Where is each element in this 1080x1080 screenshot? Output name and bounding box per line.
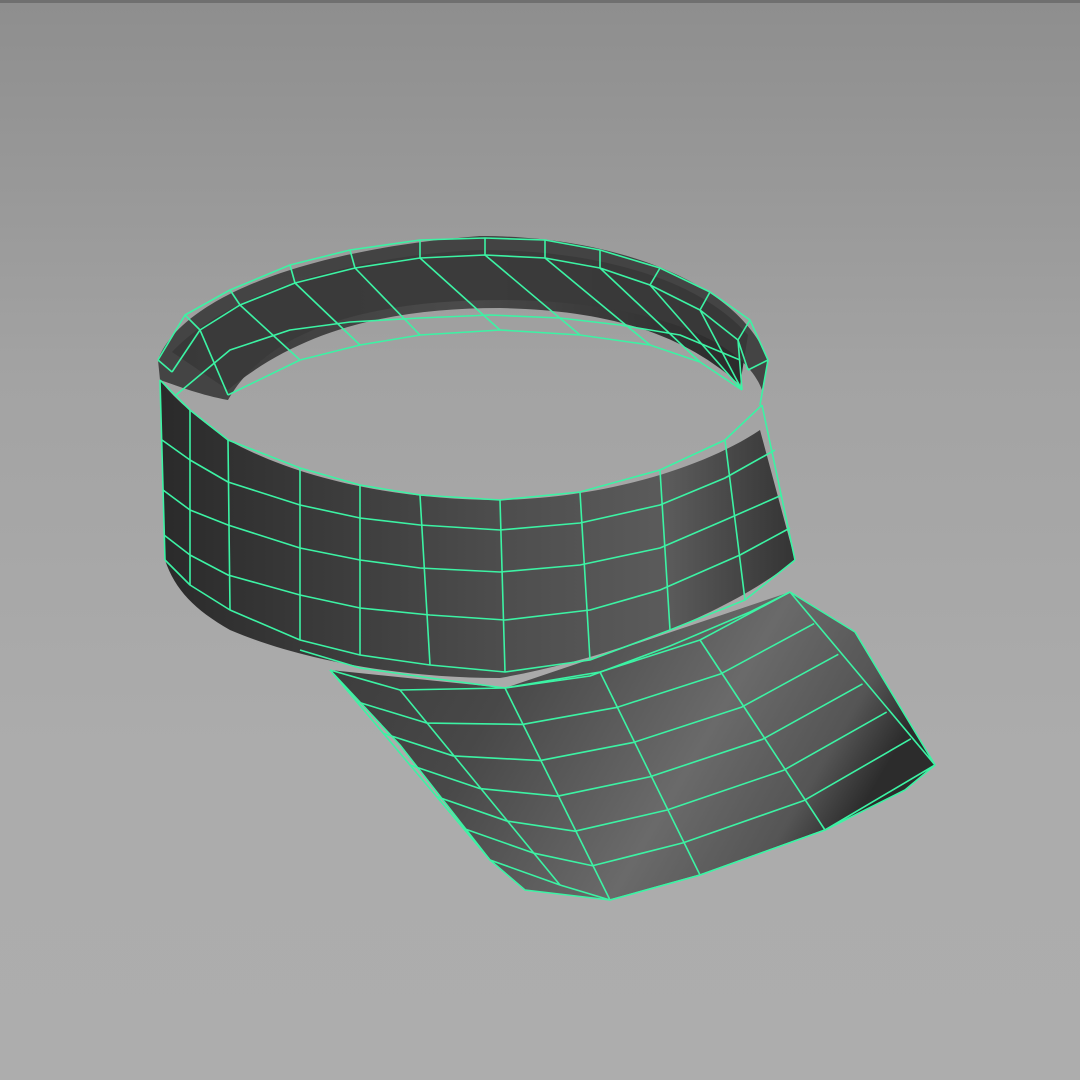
band-top-rim [158, 236, 768, 400]
visor-model[interactable] [0, 0, 1080, 1080]
3d-viewport[interactable] [0, 0, 1080, 1080]
